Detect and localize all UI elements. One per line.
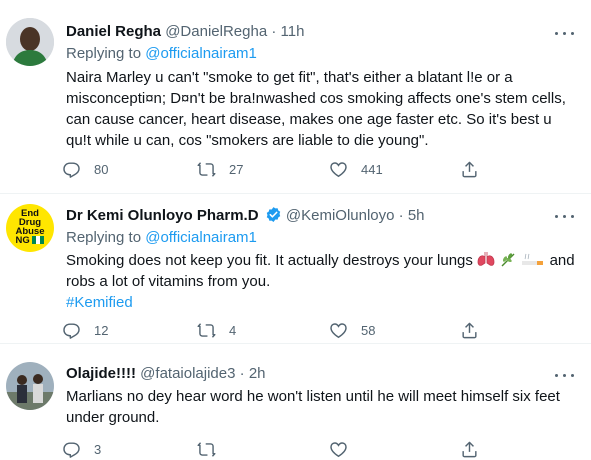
tweet-header: Dr Kemi Olunloyo Pharm.D @KemiOlunloyo ·… [66, 206, 425, 224]
retweet-icon [197, 162, 216, 177]
tweet-time[interactable]: 2h [249, 365, 266, 382]
replying-to-link[interactable]: @officialnairam1 [145, 45, 257, 62]
avatar[interactable] [6, 362, 54, 410]
tweet-text-main: Smoking does not keep you fit. It actual… [66, 252, 473, 269]
reply-icon [63, 442, 80, 458]
like-icon [330, 323, 347, 339]
reply-icon [63, 323, 80, 339]
like-icon [330, 162, 347, 178]
nigeria-flag-icon [32, 236, 45, 244]
reply-count: 80 [94, 162, 109, 177]
retweet-count: 27 [229, 162, 244, 177]
tweet-text: Marlians no dey hear word he won't liste… [66, 388, 560, 426]
reply-count: 3 [94, 442, 102, 457]
action-bar: 12 4 58 [62, 321, 482, 341]
more-icon[interactable] [553, 368, 577, 384]
tweet-time[interactable]: 5h [408, 207, 425, 224]
more-icon[interactable] [553, 26, 577, 42]
avatar-line: NG [15, 235, 30, 246]
herb-icon [501, 253, 515, 267]
like-icon [330, 442, 347, 458]
replying-to-link[interactable]: @officialnairam1 [145, 229, 257, 246]
tweet-header: Daniel Regha @DanielRegha · 11h [66, 23, 304, 40]
author-handle[interactable]: @fataiolajide3 [140, 365, 235, 382]
tweet-olajide[interactable]: Olajide!!!! @fataiolajide3 · 2h Marlians… [0, 344, 591, 460]
author-handle[interactable]: @DanielRegha [165, 23, 267, 40]
replying-to: Replying to @officialnairam1 [66, 45, 257, 62]
like-count: 58 [361, 323, 376, 338]
tweet-header: Olajide!!!! @fataiolajide3 · 2h [66, 365, 266, 382]
verified-icon [266, 207, 280, 222]
author-name[interactable]: Dr Kemi Olunloyo Pharm.D [66, 207, 259, 224]
more-icon[interactable] [553, 209, 577, 225]
lungs-icon [477, 252, 495, 266]
separator: · [271, 23, 277, 40]
tweet-text: Naira Marley u can't "smoke to get fit",… [66, 69, 566, 149]
tweet-time[interactable]: 11h [281, 23, 305, 40]
avatar[interactable] [6, 18, 54, 66]
separator: · [398, 207, 404, 224]
replying-to-label: Replying to [66, 45, 142, 62]
retweet-icon [197, 442, 216, 457]
retweet-count: 4 [229, 323, 237, 338]
hashtag-link[interactable]: #Kemified [66, 292, 576, 313]
tweet-kemi-olunloyo[interactable]: End Drug Abuse NG Dr Kemi Olunloyo Pharm… [0, 194, 591, 344]
replying-to-label: Replying to [66, 229, 142, 246]
author-handle[interactable]: @KemiOlunloyo [286, 207, 395, 224]
tweet-daniel-regha[interactable]: Daniel Regha @DanielRegha · 11h Replying… [0, 0, 591, 194]
action-bar: 80 27 441 [62, 160, 482, 180]
separator: · [239, 365, 245, 382]
share-icon [462, 441, 477, 458]
author-name[interactable]: Olajide!!!! [66, 365, 136, 382]
tweet-text: Smoking does not keep you fit. It actual… [66, 250, 576, 313]
retweet-icon [197, 323, 216, 338]
action-bar: 3 [62, 440, 482, 460]
avatar[interactable]: End Drug Abuse NG [6, 204, 54, 252]
author-name[interactable]: Daniel Regha [66, 23, 161, 40]
avatar-line: NG [6, 236, 54, 245]
replying-to: Replying to @officialnairam1 [66, 229, 257, 246]
cigarette-icon [522, 253, 544, 265]
share-icon [462, 322, 477, 339]
share-icon [462, 161, 477, 178]
reply-icon [63, 162, 80, 178]
reply-count: 12 [94, 323, 109, 338]
like-count: 441 [361, 162, 383, 177]
